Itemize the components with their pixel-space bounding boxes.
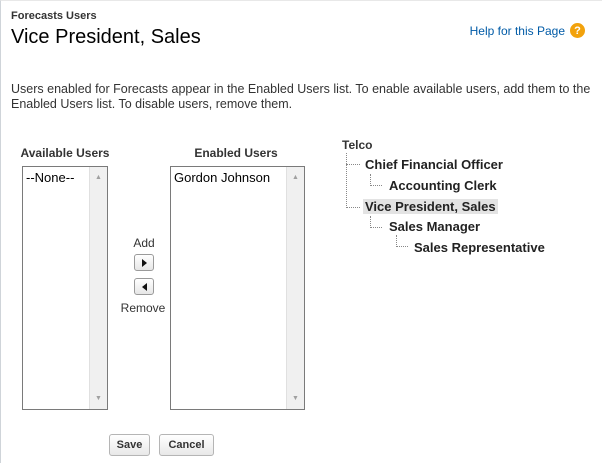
arrow-left-icon <box>141 282 147 291</box>
scroll-up-icon[interactable]: ▲ <box>287 169 304 186</box>
enabled-users-scrollbar[interactable]: ▲ ▼ <box>286 167 304 409</box>
scroll-down-icon[interactable]: ▼ <box>287 390 304 407</box>
tree-connector <box>370 185 382 186</box>
available-user-option[interactable]: --None-- <box>26 170 74 185</box>
add-label: Add <box>133 236 155 250</box>
remove-label: Remove <box>120 301 166 315</box>
help-icon[interactable]: ? <box>570 23 585 38</box>
tree-node-sales-manager[interactable]: Sales Manager <box>389 219 480 234</box>
scroll-up-icon[interactable]: ▲ <box>90 169 107 186</box>
tree-node-chief-financial-officer[interactable]: Chief Financial Officer <box>365 157 503 172</box>
available-users-header: Available Users <box>20 146 110 160</box>
arrow-right-icon <box>141 258 147 267</box>
help-link-group[interactable]: Help for this Page ? <box>470 23 585 38</box>
cancel-button[interactable]: Cancel <box>159 434 214 456</box>
help-link[interactable]: Help for this Page <box>470 24 565 38</box>
enabled-user-option[interactable]: Gordon Johnson <box>174 170 270 185</box>
tree-connector <box>346 153 347 208</box>
save-button[interactable]: Save <box>109 434 150 456</box>
tree-node-sales-representative[interactable]: Sales Representative <box>414 240 545 255</box>
tree-root: Telco <box>342 138 373 152</box>
tree-connector <box>370 227 382 228</box>
tree-node-vice-president-sales[interactable]: Vice President, Sales <box>363 199 498 214</box>
enabled-users-list[interactable]: Gordon Johnson ▲ ▼ <box>170 166 305 410</box>
tree-connector <box>346 164 360 165</box>
scroll-down-icon[interactable]: ▼ <box>90 390 107 407</box>
remove-button[interactable] <box>134 278 154 295</box>
available-users-scrollbar[interactable]: ▲ ▼ <box>89 167 107 409</box>
tree-connector <box>346 207 360 208</box>
enabled-users-header: Enabled Users <box>194 146 278 160</box>
tree-connector <box>396 246 408 247</box>
tree-node-accounting-clerk[interactable]: Accounting Clerk <box>389 178 497 193</box>
available-users-list[interactable]: --None-- ▲ ▼ <box>22 166 108 410</box>
section-label: Forecasts Users <box>11 10 97 22</box>
description-text: Users enabled for Forecasts appear in th… <box>11 82 591 111</box>
add-button[interactable] <box>134 254 154 271</box>
page-title: Vice President, Sales <box>11 26 201 48</box>
